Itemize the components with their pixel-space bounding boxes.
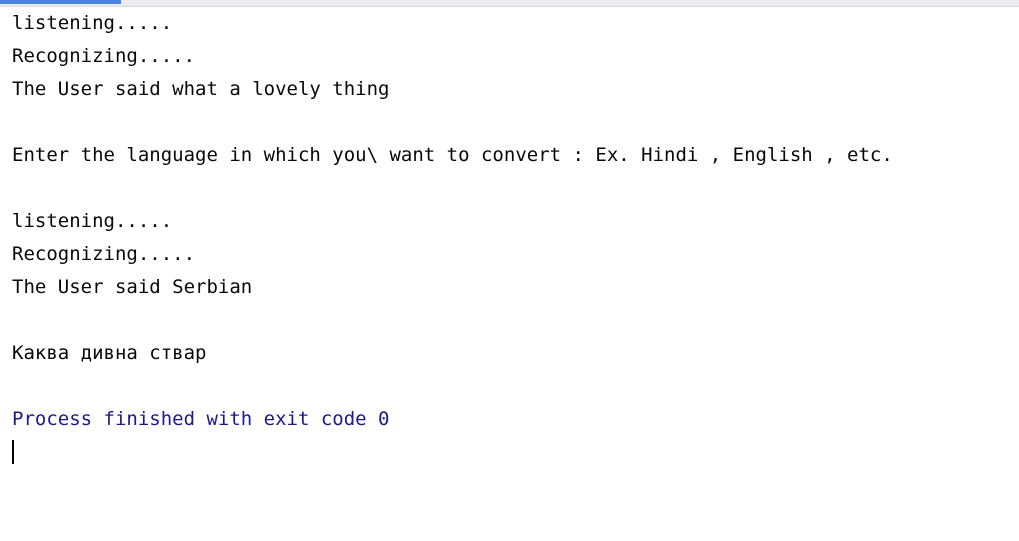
- text-caret[interactable]: [12, 440, 14, 464]
- console-output[interactable]: listening..... Recognizing..... The User…: [12, 7, 1019, 436]
- run-console[interactable]: listening..... Recognizing..... The User…: [0, 0, 1019, 541]
- output-line: Recognizing.....: [12, 45, 196, 67]
- console-tab-strip: [0, 0, 1019, 7]
- output-line: listening.....: [12, 210, 173, 232]
- output-line: listening.....: [12, 12, 173, 34]
- active-tab-indicator: [0, 0, 121, 4]
- output-line: Recognizing.....: [12, 243, 196, 265]
- process-exit-message: Process finished with exit code 0: [12, 408, 390, 430]
- output-line: Enter the language in which you\ want to…: [12, 144, 893, 166]
- output-line: The User said Serbian: [12, 276, 253, 298]
- output-line: The User said what a lovely thing: [12, 78, 390, 100]
- output-line: Каква дивна ствар: [12, 342, 207, 364]
